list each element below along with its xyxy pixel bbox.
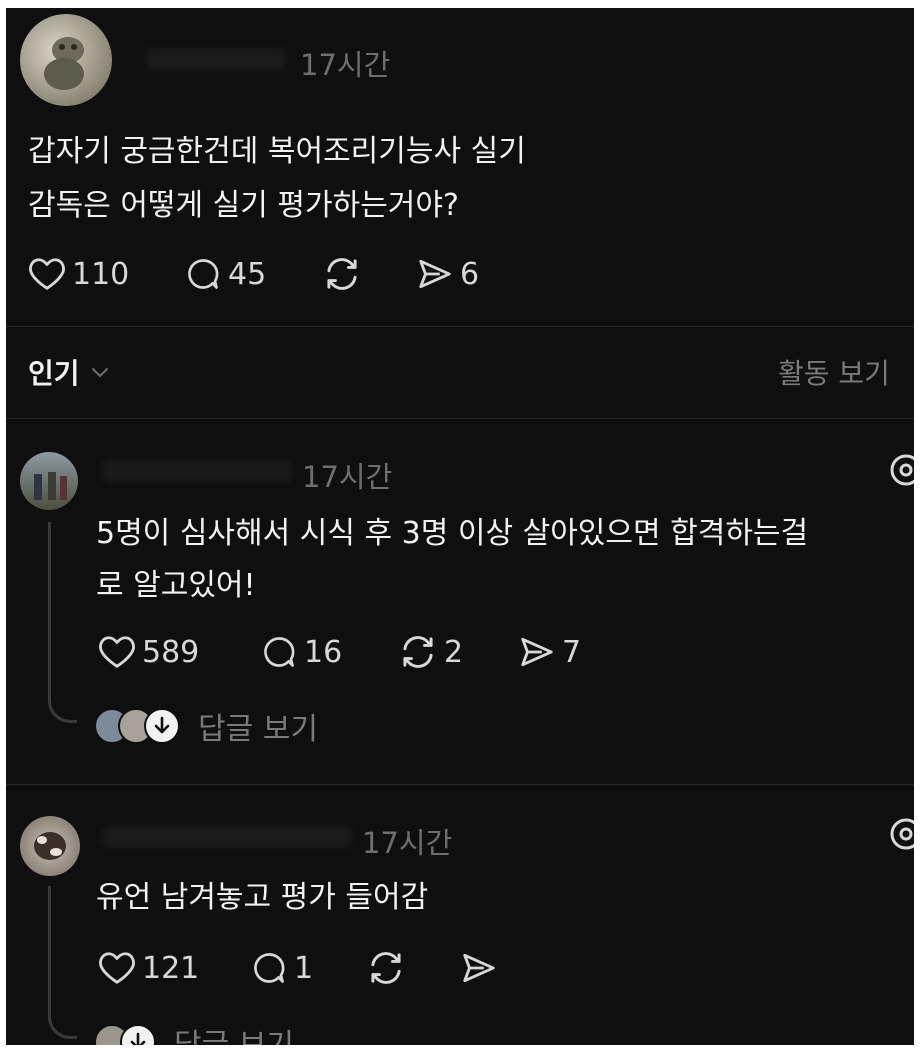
post-divider — [6, 326, 914, 327]
reply2-like-button[interactable]: 121 — [98, 950, 199, 986]
reply1-divider — [6, 784, 914, 785]
reply1-view-replies[interactable]: 답글 보기 — [94, 704, 318, 748]
repost-icon — [371, 952, 401, 984]
more-icon — [890, 818, 914, 850]
reply1-username-blurred — [102, 460, 292, 482]
reply1-view-replies-label: 답글 보기 — [198, 712, 318, 747]
comment-icon — [264, 637, 295, 667]
post-like-button[interactable]: 110 — [28, 256, 129, 292]
activity-link[interactable]: 활동 보기 — [778, 352, 890, 392]
post-share-count: 6 — [460, 256, 480, 292]
send-icon — [419, 259, 451, 289]
post-comment-count: 45 — [228, 256, 267, 292]
post-like-count: 110 — [72, 256, 130, 292]
reply1-like-count: 589 — [142, 634, 200, 670]
sort-divider — [6, 418, 914, 419]
repost-icon — [403, 636, 433, 668]
reply1-more-button[interactable] — [888, 452, 914, 492]
post-repost-button[interactable] — [322, 256, 362, 292]
send-icon — [521, 637, 553, 667]
reply2-view-replies-label: 답글 보기 — [174, 1020, 294, 1045]
repost-icon — [327, 258, 357, 290]
chevron-down-icon — [91, 368, 108, 378]
post-username-blurred — [146, 48, 286, 70]
post-share-button[interactable]: 6 — [416, 256, 479, 292]
post-text-line1: 갑자기 궁금한건데 복어조리기능사 실기 — [28, 134, 526, 169]
reply2-username-blurred — [102, 826, 352, 848]
reply2-thread-line — [48, 886, 51, 1010]
post-avatar[interactable] — [20, 14, 112, 106]
comment-icon — [188, 259, 219, 289]
reply2-share-button[interactable] — [460, 950, 498, 986]
reply2-thread-curve — [48, 1010, 77, 1039]
cat-photo-icon — [44, 37, 84, 90]
reply1-share-button[interactable]: 7 — [518, 634, 581, 670]
reply1-like-button[interactable]: 589 — [98, 634, 199, 670]
reply2-avatar[interactable] — [20, 816, 80, 876]
reply1-text-line2: 로 알고있어! — [96, 568, 256, 603]
reply1-thread-line — [48, 522, 51, 694]
reply2-like-count: 121 — [142, 950, 200, 986]
reply1-thread-curve — [48, 694, 77, 723]
arrow-down-icon — [120, 1024, 156, 1045]
reply1-repost-count: 2 — [444, 634, 464, 670]
post-time: 17시간 — [300, 48, 391, 82]
reply2-text-line1: 유언 남겨놓고 평가 들어감 — [96, 880, 429, 915]
reply1-repost-button[interactable]: 2 — [398, 634, 463, 670]
post-comment-button[interactable]: 45 — [184, 256, 266, 292]
reply1-text-line1: 5명이 심사해서 시식 후 3명 이상 살아있으면 합격하는걸 — [96, 516, 809, 551]
reply1-comment-button[interactable]: 16 — [260, 634, 342, 670]
heart-icon — [29, 258, 65, 290]
heart-icon — [99, 952, 135, 984]
people-photo-icon — [34, 472, 67, 500]
more-icon — [890, 454, 914, 486]
reply2-comment-count: 1 — [294, 950, 314, 986]
reply2-more-button[interactable] — [888, 816, 914, 856]
reply2-repost-button[interactable] — [366, 950, 406, 986]
comment-icon — [254, 953, 285, 983]
reply2-view-replies[interactable]: 답글 보기 — [94, 1020, 294, 1045]
post-text-line2: 감독은 어떻게 실기 평가하는거야? — [28, 188, 459, 223]
arrow-down-icon — [144, 708, 180, 744]
cat-photo-icon — [34, 832, 66, 860]
reply1-avatar[interactable] — [20, 452, 78, 510]
reply1-comment-count: 16 — [304, 634, 343, 670]
send-icon — [463, 953, 495, 983]
heart-icon — [99, 636, 135, 668]
reply2-comment-button[interactable]: 1 — [250, 950, 313, 986]
reply1-share-count: 7 — [562, 634, 582, 670]
threads-frame: 17시간 갑자기 궁금한건데 복어조리기능사 실기 감독은 어떻게 실기 평가하… — [6, 8, 914, 1045]
reply2-time: 17시간 — [362, 826, 453, 860]
sort-dropdown[interactable]: 인기 — [28, 352, 112, 392]
sort-label: 인기 — [28, 357, 80, 390]
reply1-time: 17시간 — [302, 460, 393, 494]
